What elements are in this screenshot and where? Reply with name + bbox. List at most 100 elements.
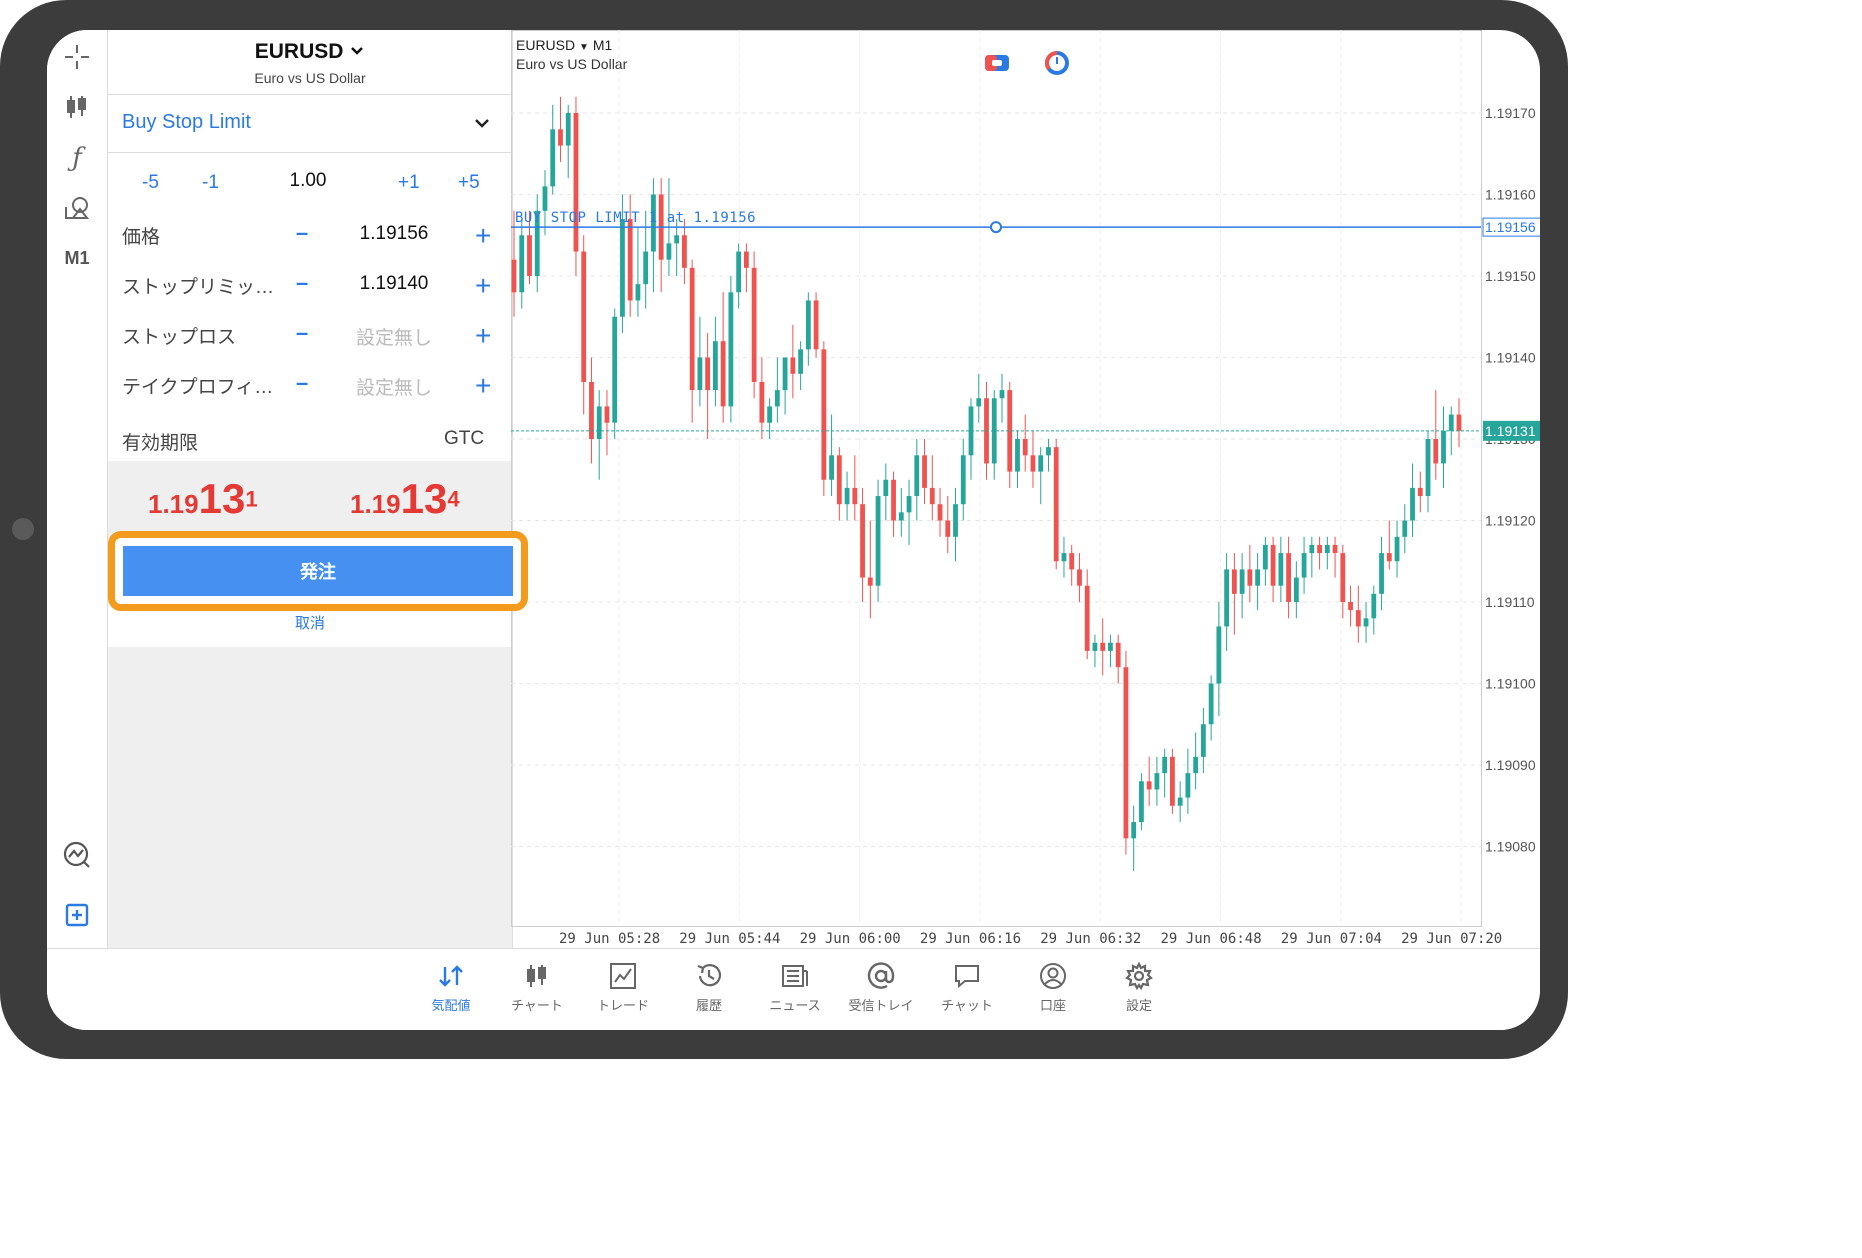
candle-body <box>759 381 765 423</box>
stop-loss-minus-button[interactable]: – <box>296 320 308 346</box>
indicator-f-icon[interactable]: ƒ <box>62 143 92 173</box>
candle-body <box>1448 414 1454 431</box>
candle-body <box>666 243 672 260</box>
quote-prices: 1.19131 1.19134 <box>108 461 512 545</box>
price-minus-button[interactable]: – <box>296 220 308 246</box>
account-icon <box>1013 959 1093 993</box>
candle-body <box>1441 430 1446 464</box>
candle-body <box>573 113 579 252</box>
volume-minus1-button[interactable]: -1 <box>202 172 219 194</box>
candle-body <box>689 267 695 391</box>
tab-news[interactable]: ニュース <box>755 959 835 1014</box>
candle-body <box>999 390 1005 399</box>
candle-body <box>774 390 780 407</box>
cancel-button[interactable]: 取消 <box>108 612 512 633</box>
price-axis-label: 1.19120 <box>1485 513 1536 529</box>
candle-body <box>1077 569 1082 586</box>
objects-icon[interactable] <box>62 193 92 223</box>
take-profit-input[interactable]: 設定無し <box>338 373 450 400</box>
candle-body <box>604 406 610 423</box>
candle-body <box>922 455 927 488</box>
candle-body <box>720 341 726 407</box>
candle-body <box>1154 773 1160 790</box>
candle-body <box>813 300 819 350</box>
candle-body <box>1115 642 1121 668</box>
candle-body <box>1301 553 1307 578</box>
volume-value[interactable]: 1.00 <box>278 170 338 192</box>
chat-icon <box>927 959 1007 993</box>
tab-settings[interactable]: 設定 <box>1099 959 1179 1014</box>
candle-body <box>705 357 711 391</box>
tab-account[interactable]: 口座 <box>1013 959 1093 1014</box>
ask-price: 1.19134 <box>350 475 460 522</box>
news-icon <box>755 959 835 993</box>
candlestick-chart[interactable]: 1.191701.191601.191501.191401.191301.191… <box>511 30 1540 948</box>
stop-limit-minus-button[interactable]: – <box>296 270 308 296</box>
candlestick-icon[interactable] <box>62 92 92 122</box>
price-chart[interactable]: EURUSD ▼ M1 Euro vs US Dollar 1.19170 1.1… <box>511 30 1540 948</box>
timeframe-m1[interactable]: M1 <box>62 243 92 273</box>
candle-body <box>1317 544 1322 554</box>
tablet-frame: ƒ M1 EURUSD Euro vs US Dollar Buy Stop L… <box>0 0 1568 1059</box>
tab-history[interactable]: 履歴 <box>669 959 749 1014</box>
take-profit-plus-button[interactable]: + <box>475 372 491 400</box>
candle-body <box>728 292 734 407</box>
stop-limit-input[interactable]: 1.19140 <box>338 273 450 295</box>
candle-body <box>1371 593 1377 619</box>
chart-analytics-icon[interactable] <box>62 840 92 870</box>
candle-body <box>1015 439 1020 472</box>
candle-body <box>1239 569 1245 594</box>
price-plus-button[interactable]: + <box>475 222 491 250</box>
place-order-button[interactable]: 発注 <box>108 531 528 611</box>
candle-body <box>1417 487 1423 497</box>
volume-plus5-button[interactable]: +5 <box>458 172 480 194</box>
tab-chat[interactable]: チャット <box>927 959 1007 1014</box>
candle-body <box>945 520 951 537</box>
symbol-selector[interactable]: EURUSD <box>108 40 512 64</box>
candle-body <box>519 235 525 293</box>
candle-body <box>1069 553 1075 570</box>
tab-chart[interactable]: チャート <box>497 959 577 1014</box>
new-order-icon[interactable] <box>62 900 92 930</box>
tab-trade[interactable]: トレード <box>583 959 663 1014</box>
stop-loss-plus-button[interactable]: + <box>475 322 491 350</box>
chevron-down-icon[interactable] <box>471 112 493 134</box>
candle-body <box>1224 569 1230 627</box>
tab-quotes[interactable]: 気配値 <box>411 959 491 1014</box>
candle-body <box>1348 602 1353 611</box>
candle-body <box>1216 626 1222 684</box>
candle-body <box>883 479 889 497</box>
candle-body <box>612 316 618 423</box>
tab-mailbox[interactable]: 受信トレイ <box>841 959 921 1014</box>
expiry-label: 有効期限 <box>122 433 199 454</box>
candle-body <box>829 455 834 480</box>
history-icon <box>669 959 749 993</box>
order-panel: EURUSD Euro vs US Dollar Buy Stop Limit … <box>107 30 513 948</box>
candle-body <box>1100 642 1106 651</box>
candle-body <box>836 455 842 505</box>
candle-body <box>565 113 571 146</box>
stop-limit-plus-button[interactable]: + <box>475 272 491 300</box>
volume-plus1-button[interactable]: +1 <box>398 172 420 194</box>
candle-body <box>1247 569 1253 586</box>
symbol-description: Euro vs US Dollar <box>254 70 366 86</box>
candle-body <box>1270 544 1276 586</box>
stop-loss-input[interactable]: 設定無し <box>338 323 450 350</box>
candle-body <box>1061 553 1067 562</box>
candle-body <box>1022 439 1028 456</box>
candle-body <box>929 487 935 505</box>
candle-body <box>821 349 827 480</box>
expiry-select[interactable]: GTC <box>444 428 484 450</box>
volume-minus5-button[interactable]: -5 <box>142 172 159 194</box>
take-profit-minus-button[interactable]: – <box>296 370 308 396</box>
time-axis-label: 29 Jun 05:44 <box>679 931 780 947</box>
candle-body <box>511 259 517 293</box>
candle-body <box>620 218 625 317</box>
price-input[interactable]: 1.19156 <box>338 223 450 245</box>
candle-body <box>751 267 757 382</box>
candle-body <box>906 496 912 513</box>
order-type-select[interactable]: Buy Stop Limit <box>122 111 251 134</box>
price-axis-label: 1.19160 <box>1485 187 1536 203</box>
candle-body <box>767 406 773 423</box>
crosshair-icon[interactable] <box>62 42 92 72</box>
